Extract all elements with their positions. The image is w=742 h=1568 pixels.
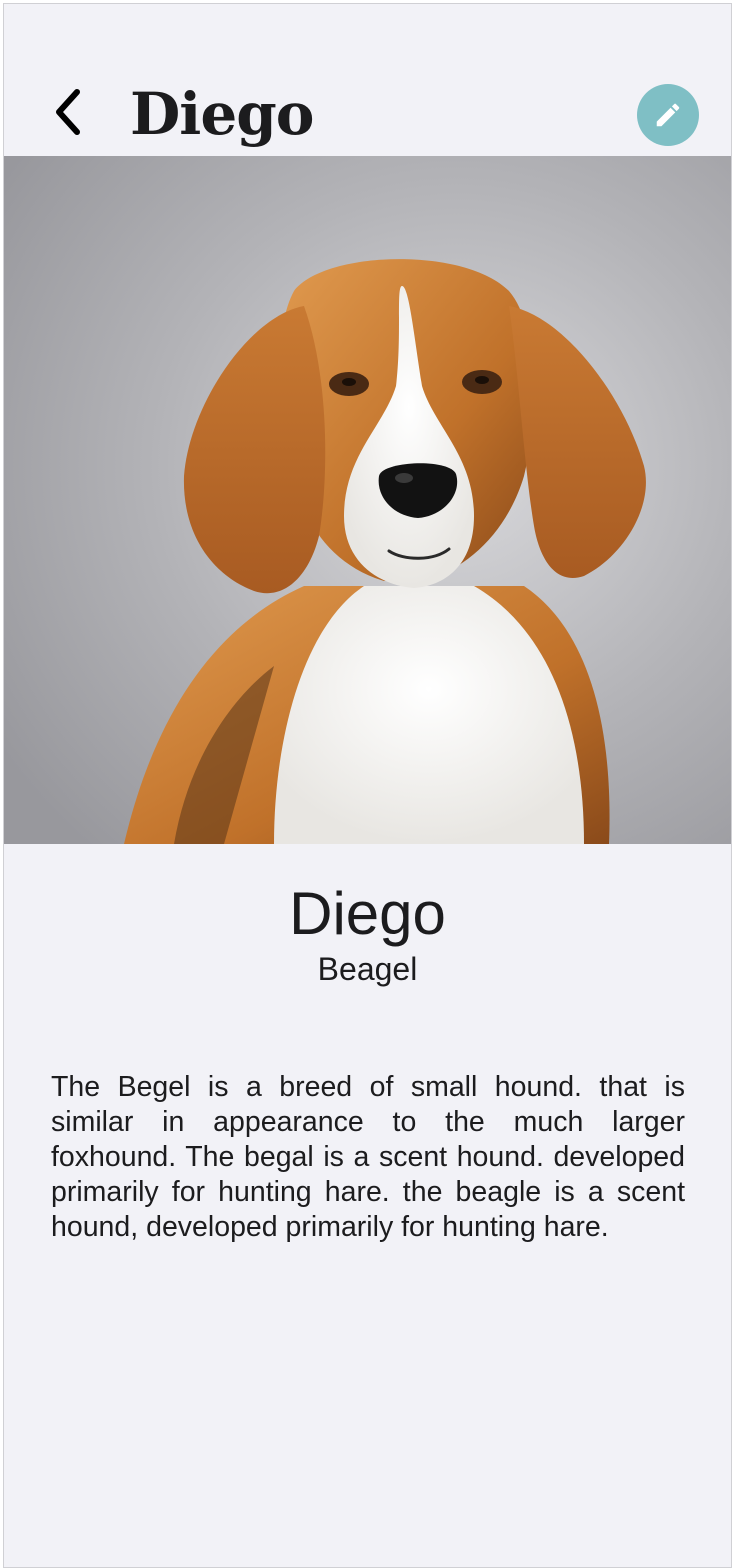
edit-button[interactable]	[637, 84, 699, 146]
pencil-icon	[656, 103, 680, 127]
pet-breed: Beagel	[317, 951, 418, 987]
detail-screen: Diego Diego Beagel The Begel is a breed …	[3, 3, 732, 1568]
chevron-left-icon	[56, 89, 80, 135]
back-button[interactable]	[42, 82, 94, 142]
page-title: Diego	[130, 80, 314, 148]
navigation-bar: Diego	[4, 4, 731, 156]
pet-name: Diego	[289, 880, 446, 947]
pet-photo	[4, 156, 731, 844]
pet-description: The Begel is a breed of small hound. tha…	[51, 1071, 685, 1243]
